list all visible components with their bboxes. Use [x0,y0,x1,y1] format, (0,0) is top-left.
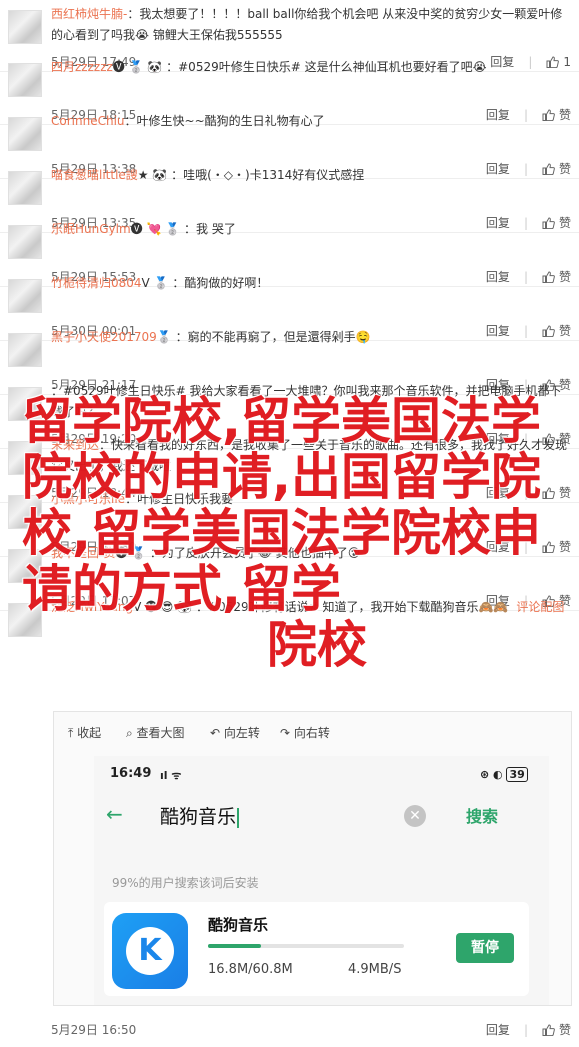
search-button[interactable]: 搜索 [466,803,498,827]
comment-username[interactable]: 黑子小天使201709 [51,330,157,344]
pause-button[interactable]: 暂停 [456,933,514,963]
comment-text: 西红柿炖牛腩-：我太想要了！！！！ball ball你给我个机会吧 从来没中奖的… [51,4,571,46]
reply-button[interactable]: 回复 [486,1021,510,1038]
avatar[interactable] [8,171,42,205]
back-arrow-icon[interactable]: ← [106,802,123,826]
thumbs-up-icon [542,1023,555,1036]
app-download-card: K 酷狗音乐 16.8M/60.8M 4.9MB/S 暂停 [104,902,529,996]
action-divider: | [523,1022,528,1037]
battery-level: 39 [506,767,528,782]
avatar[interactable] [8,333,42,367]
comment-attached-image[interactable]: ⤒ 收起 ⌕ 查看大图 ↶ 向左转 ↷ 向右转 16:49 ıl ᯤ ⊛ ◐ 3… [53,711,572,1006]
download-speed: 4.9MB/S [348,962,402,977]
comment-actions: 回复 | 赞 [486,1021,571,1038]
phone-screenshot: 16:49 ıl ᯤ ⊛ ◐ 39 ← 酷狗音乐 ✕ 搜索 99%的用户搜索该词… [94,756,549,1005]
avatar[interactable] [8,225,42,259]
download-size: 16.8M/60.8M [208,962,293,977]
download-progress-fill [208,944,261,948]
status-time: 16:49 [110,766,152,781]
text-caret [237,807,240,828]
status-icons: ıl ᯤ [160,769,182,782]
comment-body: ：叶修生快~~酷狗的生日礼物有心了 [124,114,325,128]
kugou-app-icon: K [112,913,188,989]
search-hint: 99%的用户搜索该词后安装 [112,876,259,890]
like-count: 赞 [558,1023,571,1037]
avatar[interactable] [8,117,42,151]
comment-username[interactable]: 竹栀待清归0804 [51,276,142,290]
search-input[interactable]: 酷狗音乐 [160,802,240,829]
comment-body: 🅥 💘 🥈 ：我 哭了 [130,222,236,236]
comment-text: 乐眠HunGylm🅥 💘 🥈 ：我 哭了 [51,219,571,240]
view-large-button[interactable]: ⌕ 查看大图 [126,724,185,741]
comment-username[interactable]: 西红柿炖牛腩- [51,7,127,21]
avatar[interactable] [8,10,42,44]
comment-body: 🥈 ：窮的不能再窮了，但是還得剁手🤤 [156,330,371,344]
comment-text: 喵食葱喵little謏★ 🐼 ：哇哦(・◇・)卡1314好有仪式感捏 [51,165,571,186]
comment-body: Ⅴ 🥈 ：酷狗做的好啊！ [141,276,269,290]
search-bar: ← 酷狗音乐 ✕ 搜索 [94,792,549,832]
clear-icon[interactable]: ✕ [404,805,426,827]
avatar[interactable] [8,279,42,313]
comment-time: 5月29日 16:50 [51,1023,137,1037]
app-name: 酷狗音乐 [208,916,269,934]
image-toolbar: ⤒ 收起 ⌕ 查看大图 ↶ 向左转 ↷ 向右转 [54,712,571,750]
comment-text: CorinneChiu：叶修生快~~酷狗的生日礼物有心了 [51,111,571,132]
watermark-overlay: 留学院校,留学美国法学院校的申请,出国留学院校,留学美国法学院校申请的方式,留学… [22,392,541,674]
comment-text: 竹栀待清归0804Ⅴ 🥈 ：酷狗做的好啊！ [51,273,571,294]
status-right-icons: ⊛ ◐ 39 [480,767,528,782]
download-progress [208,944,404,948]
comment-text: 四月zzzzzz🅥 🥈 🐼 ：#0529叶修生日快乐# 这是什么神仙耳机也要好看… [51,57,571,78]
comment-username[interactable]: 四月zzzzzz [51,60,113,74]
avatar[interactable] [8,63,42,97]
rotate-right-button[interactable]: ↷ 向右转 [280,724,330,741]
comment-text: 黑子小天使201709🥈 ：窮的不能再窮了，但是還得剁手🤤 [51,327,571,348]
collapse-button[interactable]: ⤒ 收起 [68,724,101,741]
comment-username[interactable]: CorinneChiu [51,114,125,128]
like-button[interactable]: 赞 [542,1021,571,1038]
comment-username[interactable]: 喵食葱喵little謏 [51,168,138,182]
comment-body: ：我太想要了！！！！ball ball你给我个机会吧 从来没中奖的贫穷少女一颗爱… [51,7,563,42]
comment-username[interactable]: 乐眠HunGylm [51,222,131,236]
rotate-left-button[interactable]: ↶ 向左转 [210,724,260,741]
comment-body: 🅥 🥈 🐼 ：#0529叶修生日快乐# 这是什么神仙耳机也要好看了吧😭 [112,60,487,74]
comment-body: ★ 🐼 ：哇哦(・◇・)卡1314好有仪式感捏 [137,168,365,182]
